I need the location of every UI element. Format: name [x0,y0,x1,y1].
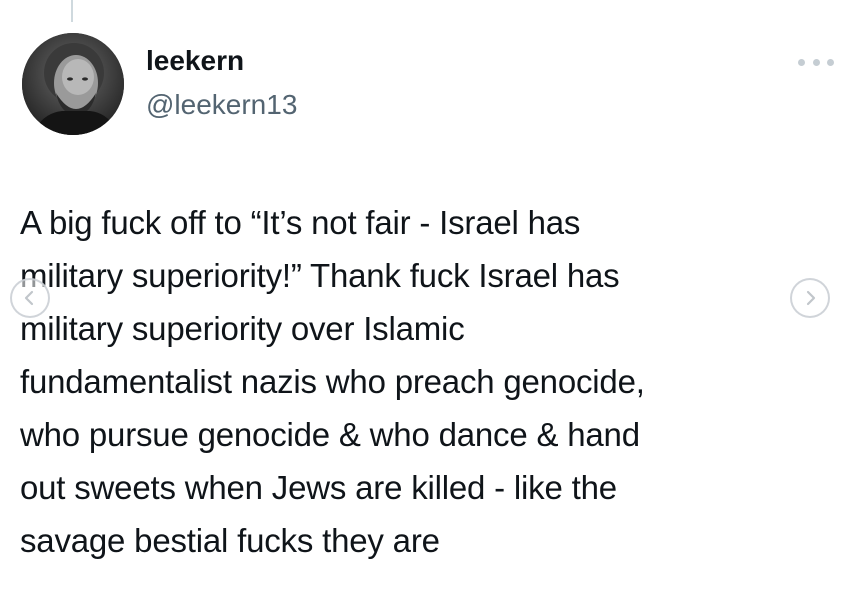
avatar[interactable] [22,33,124,135]
thread-connector-line [71,0,73,22]
dot [827,58,834,66]
tweet-text: A big fuck off to “It’s not fair - Israe… [20,204,645,559]
more-horizontal-icon[interactable] [798,52,834,72]
author-display-name[interactable]: leekern [146,44,244,78]
chevron-left-icon [24,290,34,306]
dot [798,58,805,66]
user-avatar-photo [22,33,124,135]
carousel-next-button[interactable] [790,278,830,318]
author-handle[interactable]: @leekern13 [146,88,297,122]
dot [812,58,820,66]
chevron-right-icon [806,290,816,306]
carousel-previous-button[interactable] [10,278,50,318]
